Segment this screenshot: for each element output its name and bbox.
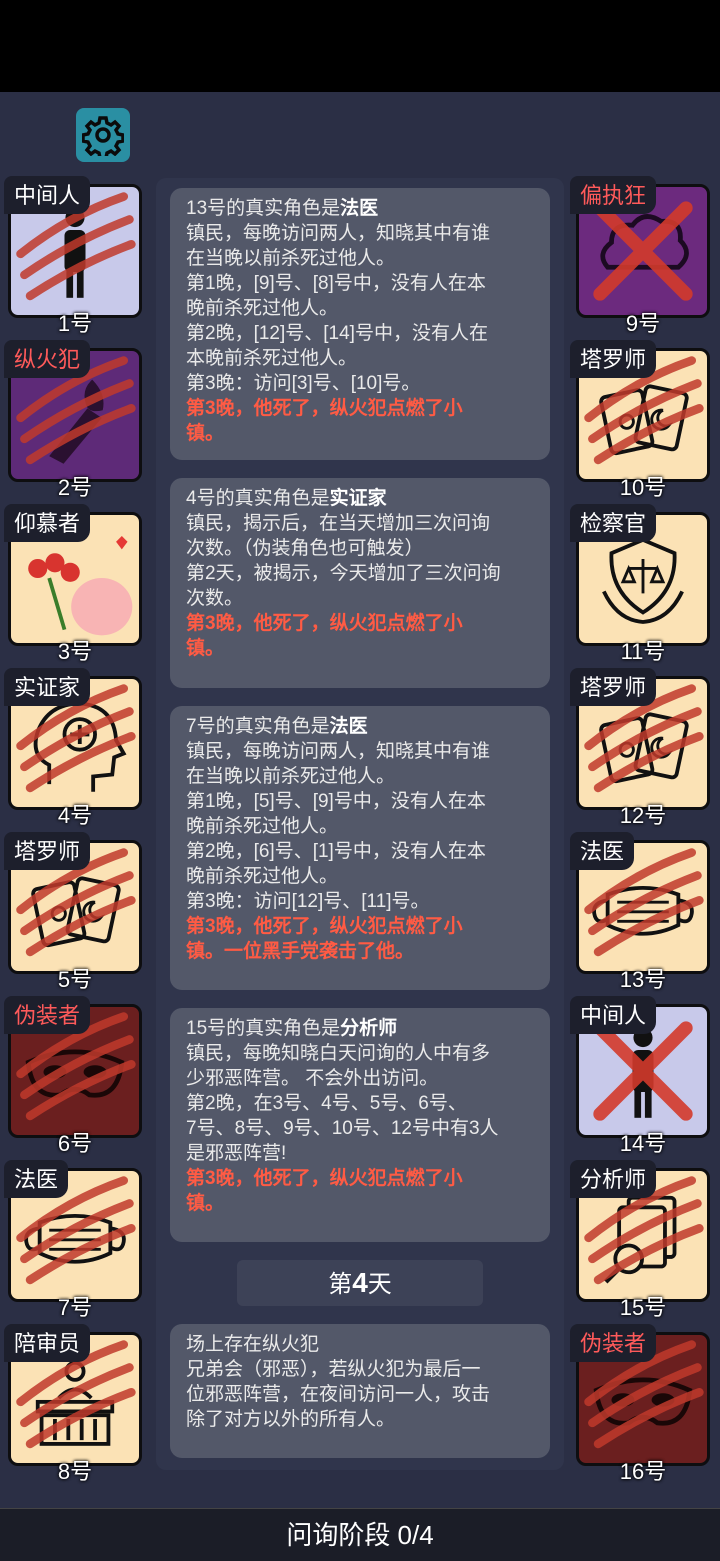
player-number: 12号 xyxy=(619,803,667,828)
role-label: 法医 xyxy=(570,832,635,870)
message-line: 在当晚以前杀死过他人。 xyxy=(186,248,396,269)
status-bar-area xyxy=(0,0,720,92)
message-line: 第2晚，[12]号、[14]号中，没有人在 xyxy=(186,323,488,344)
info-line: 场上存在纵火犯 xyxy=(186,1334,320,1355)
message-line: 第1晚，[5]号、[9]号中，没有人在本 xyxy=(186,791,486,812)
player-number: 9号 xyxy=(625,311,661,336)
player-number: 16号 xyxy=(619,1459,667,1484)
message-card: 15号的真实角色是分析师 镇民，每晚知晓白天问询的人中有多 少邪恶阵营。 不会外… xyxy=(170,1008,550,1242)
role-label: 中间人 xyxy=(4,176,91,214)
message-line: 在当晚以前杀死过他人。 xyxy=(186,766,396,787)
role-label: 伪装者 xyxy=(4,996,91,1034)
message-line: 第2天，被揭示，今天增加了三次问询 xyxy=(186,563,501,584)
day-number: 4 xyxy=(352,1267,368,1298)
message-line: 第3晚：访问[3]号、[10]号。 xyxy=(186,373,421,394)
message-line: 本晚前杀死过他人。 xyxy=(186,348,358,369)
player-number: 13号 xyxy=(619,967,667,992)
message-card: 7号的真实角色是法医 镇民，每晚访问两人，知晓其中有谁 在当晚以前杀死过他人。 … xyxy=(170,706,550,990)
message-title: 4号的真实角色是实证家 xyxy=(186,488,387,509)
role-label: 法医 xyxy=(4,1160,69,1198)
player-number: 10号 xyxy=(619,475,667,500)
role-label: 塔罗师 xyxy=(570,668,657,706)
message-line: 镇民，每晚访问两人，知晓其中有谁 xyxy=(186,741,491,762)
player-number: 4号 xyxy=(57,803,93,828)
message-card: 13号的真实角色是法医 镇民，每晚访问两人，知晓其中有谁 在当晚以前杀死过他人。… xyxy=(170,188,550,460)
death-notice: 第3晚，他死了，纵火犯点燃了小 xyxy=(186,1168,463,1189)
player-number: 3号 xyxy=(57,639,93,664)
role-label: 中间人 xyxy=(570,996,657,1034)
death-notice: 第3晚，他死了，纵火犯点燃了小 xyxy=(186,398,463,419)
message-line: 镇民，每晚知晓白天问询的人中有多 xyxy=(186,1043,491,1064)
info-line: 除了对方以外的所有人。 xyxy=(186,1409,396,1430)
player-number: 8号 xyxy=(57,1459,93,1484)
message-title: 13号的真实角色是法医 xyxy=(186,198,379,219)
settings-button[interactable] xyxy=(76,108,130,162)
role-label: 陪审员 xyxy=(4,1324,91,1362)
message-line: 7号、8号、9号、10号、12号中有3人 xyxy=(186,1118,499,1139)
phase-bar[interactable]: 问询阶段 0/4 xyxy=(0,1508,720,1561)
role-label: 分析师 xyxy=(570,1160,657,1198)
death-notice: 镇。 xyxy=(186,1193,225,1214)
info-card: 场上存在纵火犯 兄弟会（邪恶），若纵火犯为最后一 位邪恶阵营，在夜间访问一人，攻… xyxy=(170,1324,550,1458)
message-line: 第1晚，[9]号、[8]号中，没有人在本 xyxy=(186,273,486,294)
message-line: 晚前杀死过他人。 xyxy=(186,866,339,887)
message-line: 晚前杀死过他人。 xyxy=(186,298,339,319)
message-line: 第2晚，在3号、4号、5号、6号、 xyxy=(186,1093,467,1114)
player-number: 11号 xyxy=(620,639,666,664)
role-label: 偏执狂 xyxy=(570,176,657,214)
message-line: 少邪恶阵营。 不会外出访问。 xyxy=(186,1068,439,1089)
player-number: 15号 xyxy=(619,1295,667,1320)
player-number: 6号 xyxy=(57,1131,93,1156)
day-prefix: 第 xyxy=(328,1271,353,1298)
message-line: 第2晚，[6]号、[1]号中，没有人在本 xyxy=(186,841,486,862)
message-line: 晚前杀死过他人。 xyxy=(186,816,339,837)
death-notice: 第3晚，他死了，纵火犯点燃了小 xyxy=(186,916,463,937)
message-line: 第3晚：访问[12]号、[11]号。 xyxy=(186,891,430,912)
info-line: 兄弟会（邪恶），若纵火犯为最后一 xyxy=(186,1359,481,1380)
death-notice: 第3晚，他死了，纵火犯点燃了小 xyxy=(186,613,463,634)
role-label: 塔罗师 xyxy=(4,832,91,870)
role-label: 检察官 xyxy=(570,504,657,542)
player-number: 14号 xyxy=(619,1131,667,1156)
player-number: 5号 xyxy=(57,967,93,992)
role-label: 塔罗师 xyxy=(570,340,657,378)
message-line: 次数。（伪装角色也可触发） xyxy=(186,538,424,559)
role-label: 仰慕者 xyxy=(4,504,91,542)
role-label: 纵火犯 xyxy=(4,340,91,378)
role-label: 伪装者 xyxy=(570,1324,657,1362)
role-label: 实证家 xyxy=(4,668,91,706)
player-number: 1号 xyxy=(57,311,93,336)
message-line: 次数。 xyxy=(186,588,244,609)
message-card: 4号的真实角色是实证家 镇民，揭示后，在当天增加三次问询 次数。（伪装角色也可触… xyxy=(170,478,550,688)
death-notice: 镇。 xyxy=(186,423,225,444)
message-line: 镇民，每晚访问两人，知晓其中有谁 xyxy=(186,223,491,244)
player-number: 2号 xyxy=(57,475,93,500)
message-line: 是邪恶阵营! xyxy=(186,1143,287,1164)
gear-icon xyxy=(82,116,124,156)
day-suffix: 天 xyxy=(367,1271,392,1298)
info-line: 位邪恶阵营，在夜间访问一人，攻击 xyxy=(186,1384,491,1405)
death-notice: 镇。 xyxy=(186,638,225,659)
death-notice: 镇。一位黑手党袭击了他。 xyxy=(186,941,415,962)
message-title: 15号的真实角色是分析师 xyxy=(186,1018,398,1039)
player-number: 7号 xyxy=(57,1295,93,1320)
message-title: 7号的真实角色是法医 xyxy=(186,716,368,737)
message-line: 镇民，揭示后，在当天增加三次问询 xyxy=(186,513,491,534)
day-indicator: 第4天 xyxy=(237,1260,483,1306)
